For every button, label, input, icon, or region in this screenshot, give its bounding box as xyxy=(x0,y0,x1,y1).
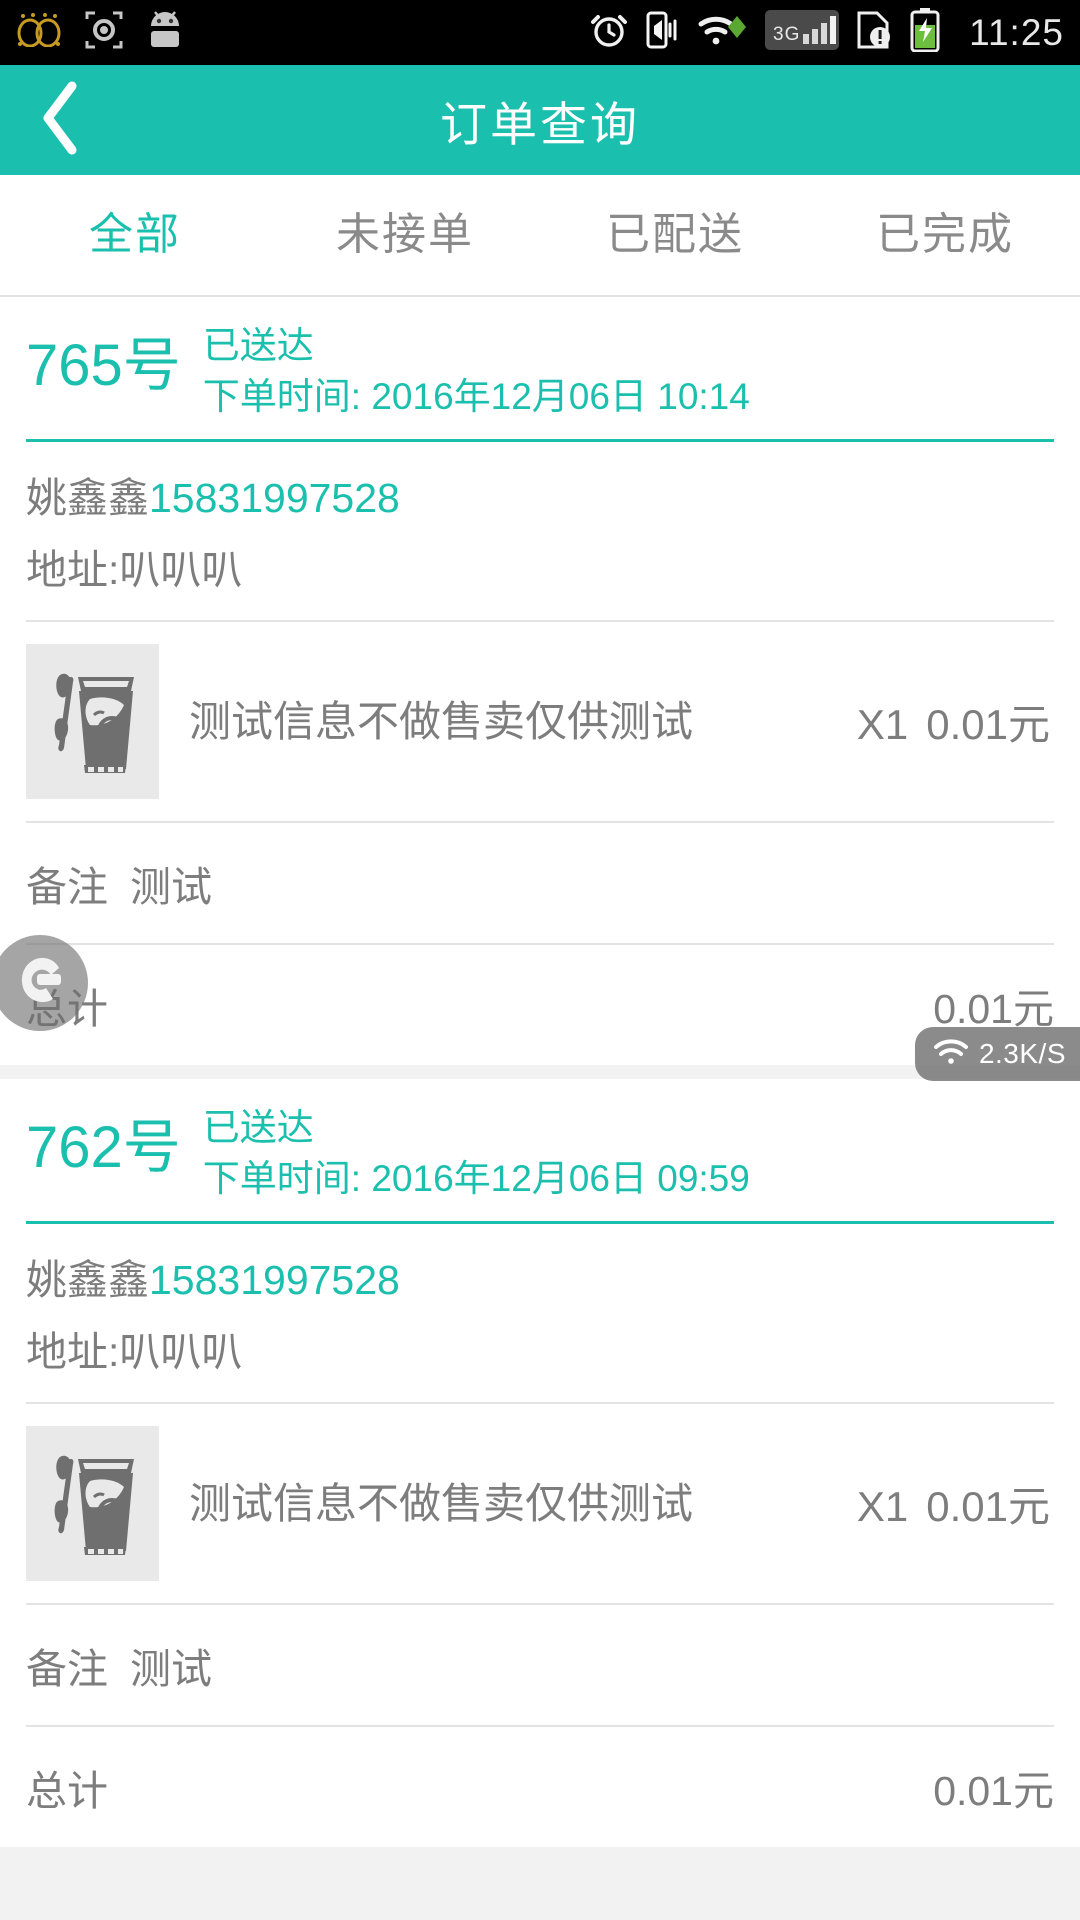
status-bar-clock: 11:25 xyxy=(969,11,1064,53)
product-thumbnail-cup-icon xyxy=(37,1435,148,1572)
battery-charging-icon xyxy=(909,8,941,57)
sim-card-alert-icon xyxy=(855,9,893,56)
order-total-label: 总计 xyxy=(26,1768,108,1814)
tab-all[interactable]: 全部 xyxy=(0,174,270,296)
order-header: 762号 已送达 下单时间: 2016年12月06日 09:59 xyxy=(26,1079,1054,1219)
order-number: 765号 xyxy=(26,333,181,398)
wifi-sync-icon xyxy=(697,10,749,55)
3g-signal-icon: 3G xyxy=(765,8,840,57)
alarm-clock-icon xyxy=(589,10,629,55)
order-total: 总计 0.01元 xyxy=(26,1727,1054,1847)
product-quantity: X1 xyxy=(856,1483,909,1530)
product-name: 测试信息不做售卖仅供测试 xyxy=(189,697,694,745)
glasses-icon xyxy=(16,13,62,52)
customer-name: 姚鑫鑫 xyxy=(26,475,149,521)
customer-info: 姚鑫鑫15831997528 xyxy=(26,1224,1054,1312)
svg-text:3G: 3G xyxy=(773,24,800,45)
network-speed-text: 2.3K/S xyxy=(978,1038,1066,1069)
order-note: 备注 测试 xyxy=(26,823,1054,943)
product-qty-price: X1 0.01元 xyxy=(857,1473,1054,1534)
order-total-value: 0.01元 xyxy=(933,1768,1054,1814)
tab-not-accepted[interactable]: 未接单 xyxy=(270,174,540,296)
order-number: 762号 xyxy=(26,1115,181,1180)
product-quantity: X1 xyxy=(856,701,909,748)
customer-info: 姚鑫鑫15831997528 xyxy=(26,442,1054,530)
phone-screen: 3G 11:25 订单查询 全部 未接单 已配送 已完成 765号 已送达 下单… xyxy=(0,0,1080,1920)
order-note-value: 测试 xyxy=(130,864,212,910)
status-bar-right-icons: 3G 11:25 xyxy=(589,8,1064,57)
order-total: 总计 0.01元 xyxy=(26,945,1054,1065)
tab-delivered[interactable]: 已配送 xyxy=(540,174,810,296)
page-title: 订单查询 xyxy=(440,97,640,151)
wifi-icon xyxy=(933,1038,969,1071)
order-note-label: 备注 xyxy=(26,864,108,910)
order-status-badge: 已送达 xyxy=(202,1107,314,1148)
tab-completed[interactable]: 已完成 xyxy=(810,174,1080,296)
customer-phone[interactable]: 15831997528 xyxy=(149,475,400,521)
android-robot-icon xyxy=(146,10,184,55)
order-header: 765号 已送达 下单时间: 2016年12月06日 10:14 xyxy=(26,297,1054,437)
order-total-value: 0.01元 xyxy=(933,986,1054,1032)
order-meta: 已送达 下单时间: 2016年12月06日 09:59 xyxy=(203,1101,750,1205)
order-card[interactable]: 762号 已送达 下单时间: 2016年12月06日 09:59 姚鑫鑫1583… xyxy=(0,1079,1080,1847)
order-time: 下单时间: 2016年12月06日 09:59 xyxy=(202,1158,750,1199)
product-name: 测试信息不做售卖仅供测试 xyxy=(189,1479,694,1527)
order-note-value: 测试 xyxy=(130,1646,212,1692)
order-note: 备注 测试 xyxy=(26,1605,1054,1725)
order-note-label: 备注 xyxy=(26,1646,108,1692)
camera-icon xyxy=(84,10,124,55)
status-bar-left-icons xyxy=(16,10,184,55)
e-logo-icon xyxy=(13,952,67,1015)
order-meta: 已送达 下单时间: 2016年12月06日 10:14 xyxy=(203,319,750,423)
order-item-row: 测试信息不做售卖仅供测试 X1 0.01元 xyxy=(26,622,1054,821)
product-thumbnail-cup-icon xyxy=(37,653,148,790)
delivery-address: 地址:叭叭叭 xyxy=(26,547,243,593)
product-price: 0.01元 xyxy=(926,1483,1050,1530)
order-card[interactable]: 765号 已送达 下单时间: 2016年12月06日 10:14 姚鑫鑫1583… xyxy=(0,297,1080,1065)
product-thumbnail xyxy=(26,1426,159,1581)
chevron-left-icon xyxy=(36,78,84,163)
network-speed-badge[interactable]: 2.3K/S xyxy=(914,1027,1080,1081)
order-item-row: 测试信息不做售卖仅供测试 X1 0.01元 xyxy=(26,1404,1054,1603)
customer-phone[interactable]: 15831997528 xyxy=(149,1257,400,1303)
back-button[interactable] xyxy=(0,65,120,175)
delivery-address: 地址:叭叭叭 xyxy=(26,1329,243,1375)
product-qty-price: X1 0.01元 xyxy=(857,691,1054,752)
app-header: 订单查询 xyxy=(0,65,1080,175)
product-thumbnail xyxy=(26,644,159,799)
order-time: 下单时间: 2016年12月06日 10:14 xyxy=(202,376,750,417)
vibrate-icon xyxy=(645,10,681,55)
product-price: 0.01元 xyxy=(926,701,1050,748)
order-filter-tabs: 全部 未接单 已配送 已完成 xyxy=(0,175,1080,297)
order-status-badge: 已送达 xyxy=(202,325,314,366)
customer-name: 姚鑫鑫 xyxy=(26,1257,149,1303)
status-bar: 3G 11:25 xyxy=(0,0,1080,65)
